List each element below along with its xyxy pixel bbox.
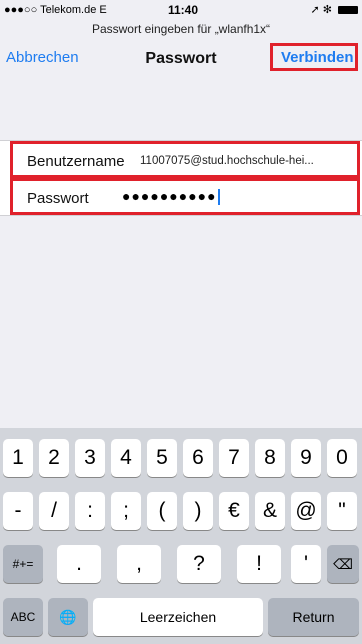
key-apostrophe[interactable]: ' xyxy=(291,545,321,583)
navigation-bar: Abbrechen Passwort Verbinden xyxy=(0,40,362,84)
key-9[interactable]: 9 xyxy=(291,439,321,477)
credentials-form: Benutzername 11007075@stud.hochschule-he… xyxy=(0,140,362,216)
key-6[interactable]: 6 xyxy=(183,439,213,477)
key-8[interactable]: 8 xyxy=(255,439,285,477)
key-7[interactable]: 7 xyxy=(219,439,249,477)
key-ampersand[interactable]: & xyxy=(255,492,285,530)
key-at[interactable]: @ xyxy=(291,492,321,530)
globe-key[interactable]: 🌐 xyxy=(48,598,88,636)
username-row[interactable]: Benutzername 11007075@stud.hochschule-he… xyxy=(10,141,360,178)
key-4[interactable]: 4 xyxy=(111,439,141,477)
status-indicators: ➚ ✻ xyxy=(310,3,358,16)
key-comma[interactable]: , xyxy=(117,545,161,583)
key-3[interactable]: 3 xyxy=(75,439,105,477)
key-open-paren[interactable]: ( xyxy=(147,492,177,530)
key-semicolon[interactable]: ; xyxy=(111,492,141,530)
backspace-key[interactable]: ⌫ xyxy=(327,545,359,583)
key-minus[interactable]: - xyxy=(3,492,33,530)
key-5[interactable]: 5 xyxy=(147,439,177,477)
key-abc[interactable]: ABC xyxy=(3,598,43,636)
key-2[interactable]: 2 xyxy=(39,439,69,477)
key-exclamation[interactable]: ! xyxy=(237,545,281,583)
password-label: Passwort xyxy=(27,190,89,207)
text-cursor xyxy=(217,189,220,206)
battery-icon xyxy=(338,6,358,15)
password-row[interactable]: Passwort ●●●●●●●●●● xyxy=(10,178,360,215)
keyboard: 1 2 3 4 5 6 7 8 9 0 - / : ; ( ) € & @ " … xyxy=(0,428,362,644)
key-0[interactable]: 0 xyxy=(327,439,357,477)
password-dots: ●●●●●●●●●● xyxy=(122,188,217,204)
key-slash[interactable]: / xyxy=(39,492,69,530)
username-field[interactable]: 11007075@stud.hochschule-hei... xyxy=(140,155,362,167)
carrier-label: ●●●○○ Telekom.de E xyxy=(4,4,107,16)
clock: 11:40 xyxy=(168,3,199,17)
key-close-paren[interactable]: ) xyxy=(183,492,213,530)
password-field[interactable]: ●●●●●●●●●● xyxy=(122,188,220,206)
key-euro[interactable]: € xyxy=(219,492,249,530)
location-bluetooth-icons: ➚ ✻ xyxy=(310,4,332,16)
space-key[interactable]: Leerzeichen xyxy=(93,598,263,636)
key-period[interactable]: . xyxy=(57,545,101,583)
key-colon[interactable]: : xyxy=(75,492,105,530)
cancel-button[interactable]: Abbrechen xyxy=(6,49,79,66)
key-1[interactable]: 1 xyxy=(3,439,33,477)
return-key[interactable]: Return xyxy=(268,598,359,636)
username-label: Benutzername xyxy=(27,153,125,170)
key-more-symbols[interactable]: #+= xyxy=(3,545,43,583)
key-question[interactable]: ? xyxy=(177,545,221,583)
network-prompt: Passwort eingeben für „wlanfh1x“ xyxy=(91,22,271,36)
status-bar: ●●●○○ Telekom.de E 11:40 ➚ ✻ xyxy=(0,0,362,20)
connect-button[interactable]: Verbinden xyxy=(270,43,358,71)
key-quote[interactable]: " xyxy=(327,492,357,530)
